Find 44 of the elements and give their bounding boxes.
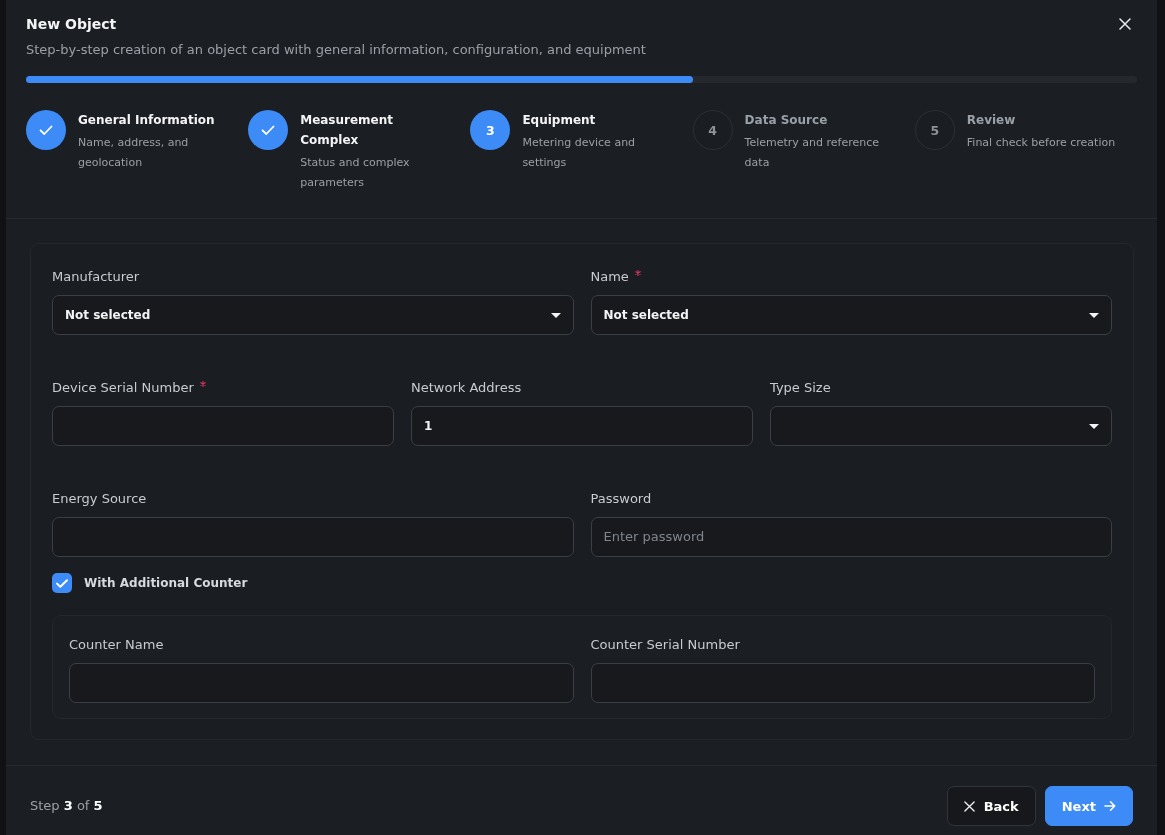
back-button[interactable]: Back: [946, 786, 1036, 826]
step-description: Final check before creation: [966, 135, 1117, 151]
field-label: Device Serial Number: [52, 379, 194, 397]
step-title: Review: [966, 112, 1017, 129]
step-number: 3: [470, 110, 511, 150]
select-field[interactable]: Not selected: [590, 295, 1112, 335]
dialog-title: New Object: [26, 15, 117, 34]
select-field[interactable]: Not selected: [52, 295, 574, 335]
close-icon: [1119, 18, 1131, 30]
caret-down-icon: [1089, 423, 1099, 429]
field-label: Type Size: [770, 379, 831, 397]
step-number: 5: [914, 110, 955, 150]
step-description: Metering device and settings: [522, 135, 637, 171]
text-field[interactable]: 1: [411, 406, 753, 446]
field-label: Counter Name: [69, 636, 164, 654]
step-description: Telemetry and reference data: [744, 135, 881, 171]
step-title: Measurement Complex: [300, 112, 395, 149]
field-label: Name: [590, 268, 629, 286]
text-field[interactable]: [590, 663, 1095, 703]
step-counter: Step 3 of 5: [30, 797, 103, 815]
password-field[interactable]: Enter password: [590, 517, 1112, 557]
text-field[interactable]: [69, 663, 574, 703]
select-field[interactable]: [770, 406, 1112, 446]
step-description: Name, address, and geolocation: [78, 135, 190, 171]
arrow-right-icon: [1104, 800, 1116, 812]
field-label: Energy Source: [52, 490, 147, 508]
step-title: Data Source: [744, 112, 829, 129]
field-label: Counter Serial Number: [590, 636, 740, 654]
caret-down-icon: [1089, 312, 1099, 318]
field-label: Network Address: [411, 379, 522, 397]
text-field[interactable]: [52, 406, 394, 446]
step-number: 4: [692, 110, 733, 150]
dialog-subtitle: Step-by-step creation of an object card with general information, configuration, and equipment: [26, 41, 647, 59]
step-description: Status and complex parameters: [300, 155, 411, 191]
check-icon: [56, 578, 68, 588]
checkbox[interactable]: [52, 573, 72, 593]
checkbox-label[interactable]: With Additional Counter: [84, 574, 248, 592]
step-title: General Information: [78, 112, 216, 129]
field-label: Manufacturer: [52, 268, 140, 286]
step-title: Equipment: [522, 112, 597, 129]
close-icon: [963, 800, 975, 812]
text-field[interactable]: [52, 517, 574, 557]
field-label: Password: [590, 490, 652, 508]
caret-down-icon: [550, 312, 561, 318]
